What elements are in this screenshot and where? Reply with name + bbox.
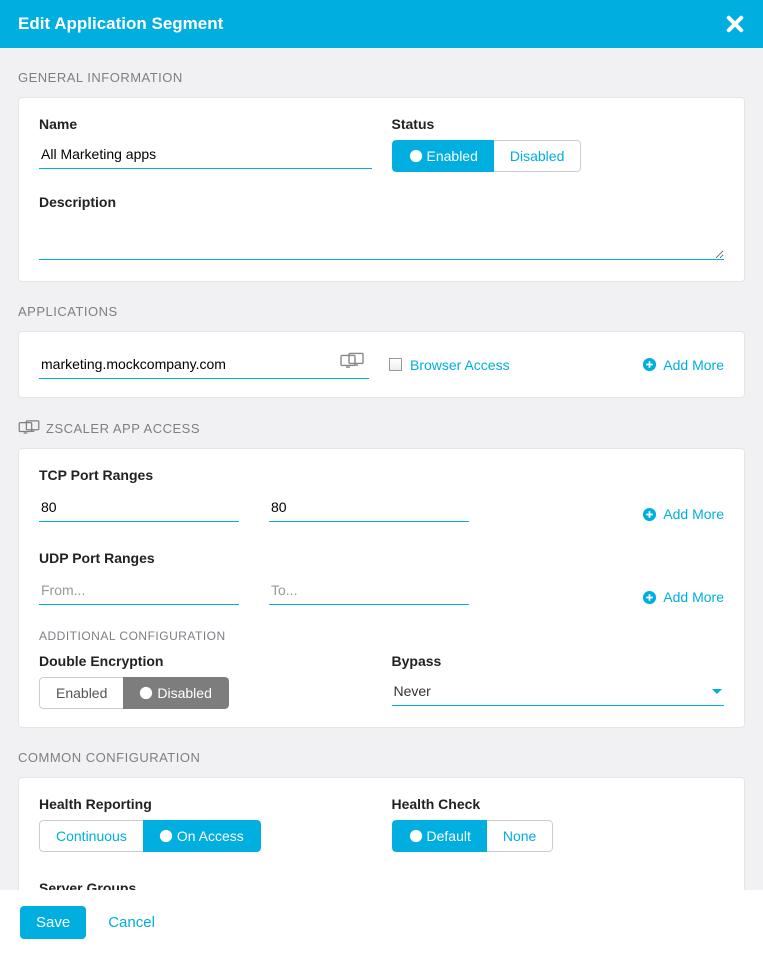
modal-body[interactable]: GENERAL INFORMATION Name Status Enabled bbox=[0, 48, 763, 890]
modal-title: Edit Application Segment bbox=[18, 14, 223, 34]
screens-icon bbox=[339, 352, 365, 370]
name-label: Name bbox=[39, 116, 372, 132]
udp-label: UDP Port Ranges bbox=[39, 550, 724, 566]
udp-from-input[interactable] bbox=[39, 576, 239, 605]
plus-circle-icon bbox=[642, 507, 657, 522]
continuous-button[interactable]: Continuous bbox=[39, 820, 143, 852]
check-circle-icon bbox=[139, 686, 153, 700]
common-card: Health Reporting Continuous On Access He… bbox=[18, 777, 745, 890]
section-label-applications: APPLICATIONS bbox=[18, 282, 745, 331]
additional-config-label: ADDITIONAL CONFIGURATION bbox=[39, 629, 724, 643]
plus-circle-icon bbox=[642, 590, 657, 605]
applications-card: Browser Access Add More bbox=[18, 331, 745, 398]
check-circle-icon bbox=[409, 829, 423, 843]
name-input[interactable] bbox=[39, 140, 372, 169]
checkbox-icon bbox=[389, 358, 402, 371]
modal-header: Edit Application Segment bbox=[0, 0, 763, 48]
zscaler-card: TCP Port Ranges Add More UDP Port Ranges… bbox=[18, 448, 745, 728]
save-button[interactable]: Save bbox=[20, 906, 86, 939]
application-input[interactable] bbox=[39, 350, 369, 379]
udp-to-input[interactable] bbox=[269, 576, 469, 605]
double-enc-label: Double Encryption bbox=[39, 653, 372, 669]
health-reporting-label: Health Reporting bbox=[39, 796, 372, 812]
add-more-application[interactable]: Add More bbox=[642, 357, 724, 373]
general-card: Name Status Enabled Disabled bbox=[18, 97, 745, 282]
status-disabled-button[interactable]: Disabled bbox=[494, 140, 581, 172]
chevron-down-icon bbox=[712, 689, 722, 694]
modal-footer: Save Cancel bbox=[0, 890, 763, 955]
cancel-button[interactable]: Cancel bbox=[108, 914, 155, 931]
status-toggle: Enabled Disabled bbox=[392, 140, 582, 172]
screens-icon bbox=[18, 420, 40, 436]
section-label-zscaler: ZSCALER APP ACCESS bbox=[18, 398, 745, 448]
description-label: Description bbox=[39, 194, 724, 210]
status-label: Status bbox=[392, 116, 725, 132]
tcp-from-input[interactable] bbox=[39, 493, 239, 522]
section-label-common: COMMON CONFIGURATION bbox=[18, 728, 745, 777]
status-enabled-button[interactable]: Enabled bbox=[392, 140, 494, 172]
health-check-toggle: Default None bbox=[392, 820, 554, 852]
health-check-label: Health Check bbox=[392, 796, 725, 812]
check-circle-icon bbox=[409, 149, 423, 163]
tcp-to-input[interactable] bbox=[269, 493, 469, 522]
bypass-select[interactable]: Never bbox=[392, 677, 725, 706]
double-enc-enabled-button[interactable]: Enabled bbox=[39, 677, 123, 709]
plus-circle-icon bbox=[642, 357, 657, 372]
none-button[interactable]: None bbox=[487, 820, 553, 852]
description-input[interactable] bbox=[39, 218, 724, 260]
tcp-label: TCP Port Ranges bbox=[39, 467, 724, 483]
on-access-button[interactable]: On Access bbox=[143, 820, 261, 852]
browser-access-checkbox[interactable]: Browser Access bbox=[389, 357, 510, 373]
close-icon[interactable] bbox=[725, 14, 745, 34]
double-enc-disabled-button[interactable]: Disabled bbox=[123, 677, 228, 709]
double-enc-toggle: Enabled Disabled bbox=[39, 677, 229, 709]
server-groups-label: Server Groups bbox=[39, 880, 724, 890]
bypass-label: Bypass bbox=[392, 653, 725, 669]
add-more-udp[interactable]: Add More bbox=[642, 589, 724, 605]
add-more-tcp[interactable]: Add More bbox=[642, 506, 724, 522]
section-label-general: GENERAL INFORMATION bbox=[18, 48, 745, 97]
health-reporting-toggle: Continuous On Access bbox=[39, 820, 261, 852]
default-button[interactable]: Default bbox=[392, 820, 487, 852]
check-circle-icon bbox=[159, 829, 173, 843]
